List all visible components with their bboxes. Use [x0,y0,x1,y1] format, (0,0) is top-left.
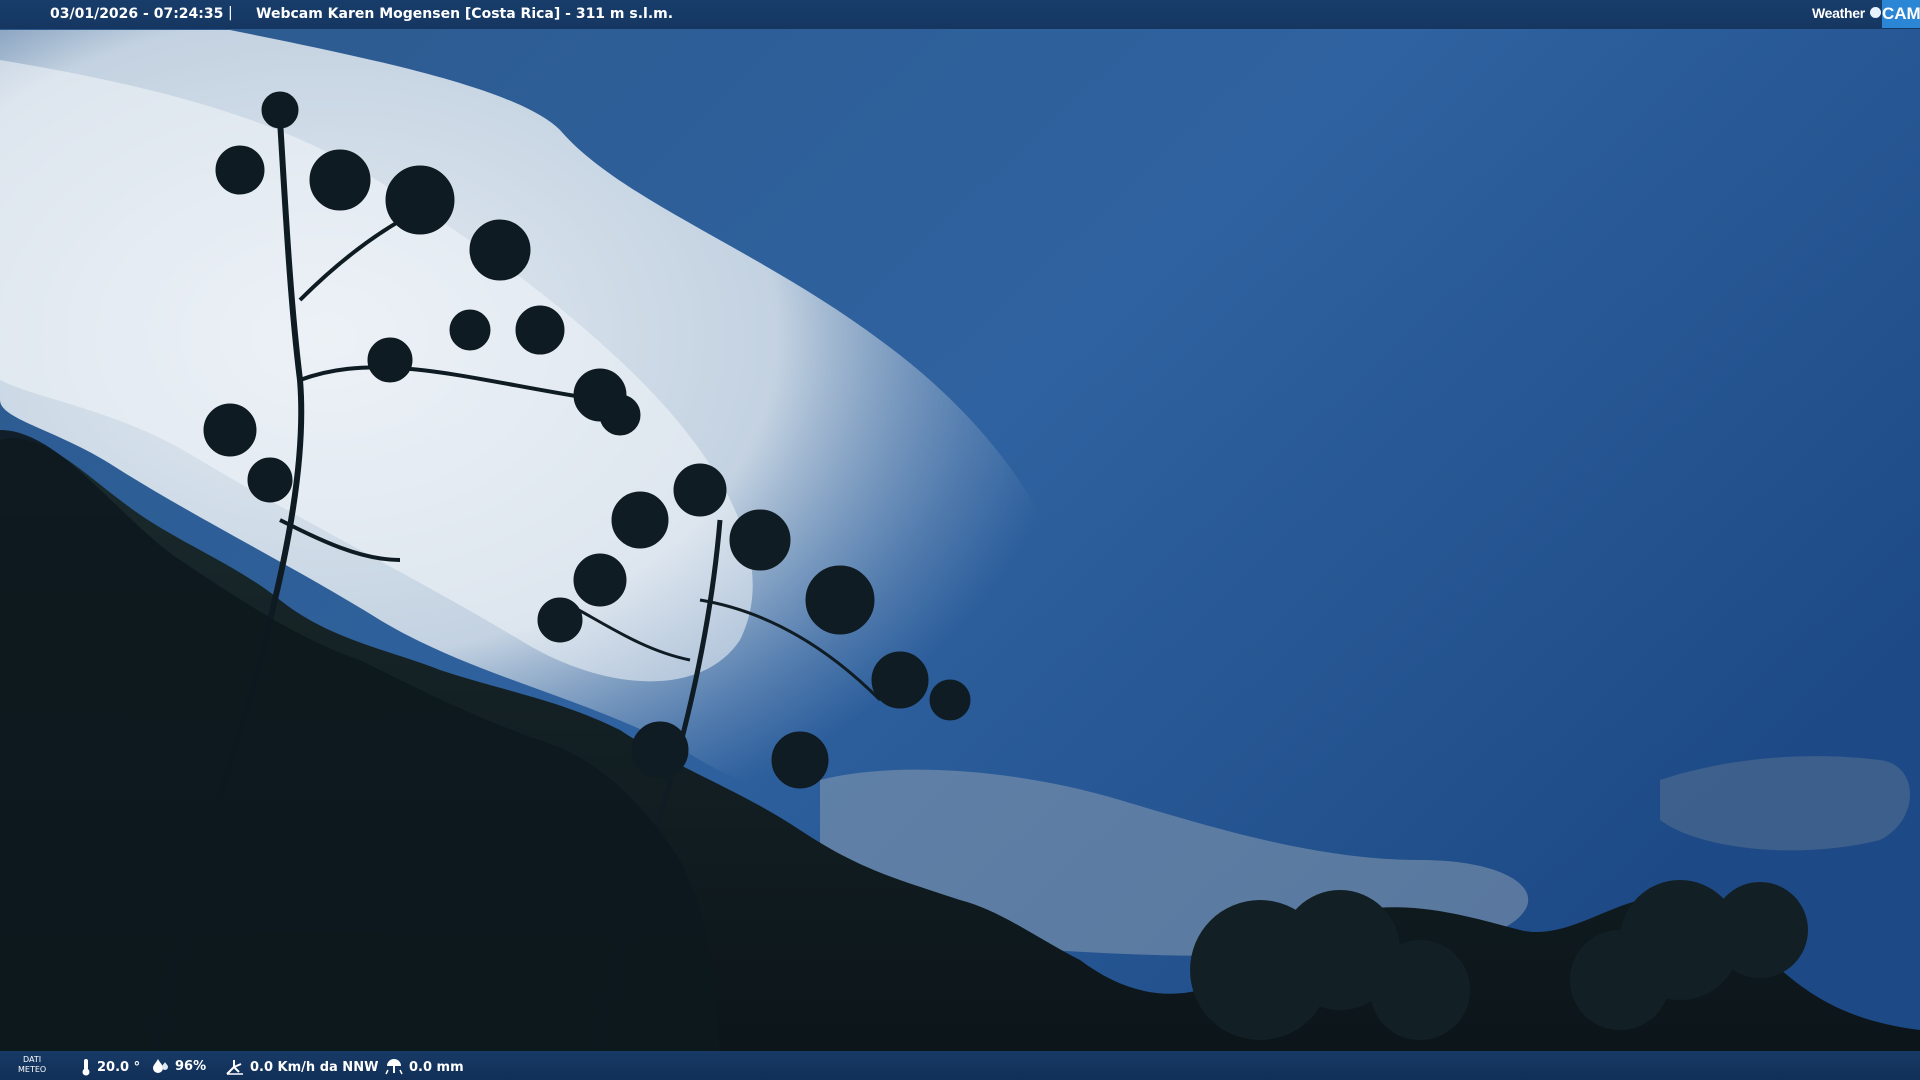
webcam-title: Webcam Karen Mogensen [Costa Rica] - 311… [256,6,674,22]
rain-gauge-icon [385,1059,403,1075]
header-bar: 03/01/2026 - 07:24:35 | Webcam Karen Mog… [0,0,1920,29]
weathercam-logo[interactable]: Weather CAM [1812,0,1920,28]
rain-value: 0.0 mm [409,1059,464,1075]
wind-value: 0.0 Km/h da NNW [250,1059,379,1075]
dati-label: DATI [23,1055,42,1064]
logo-cam-text: CAM [1882,0,1920,28]
meteo-label: METEO [18,1065,47,1074]
webcam-image [0,0,1920,1080]
humidity-value: 96% [175,1058,207,1074]
thermometer-icon [82,1059,90,1076]
rain-stat: 0.0 mm [384,1058,464,1076]
logo-weather-text: Weather [1812,5,1865,21]
weather-data-bar: DATI METEO 20.0 ° 96% 0.0 Km/h da NNW 0.… [0,1051,1920,1080]
humidity-stat: 96% [152,1058,206,1074]
separator: | [228,5,233,21]
temperature-stat: 20.0 ° [80,1058,140,1076]
logo-dot-icon [1870,7,1881,18]
temperature-value: 20.0 ° [97,1059,141,1075]
humidity-icon [153,1059,168,1073]
wind-icon [226,1060,243,1075]
wind-stat: 0.0 Km/h da NNW [225,1058,378,1076]
dati-meteo-label: DATI METEO [18,1055,46,1075]
timestamp: 03/01/2026 - 07:24:35 [50,6,224,22]
